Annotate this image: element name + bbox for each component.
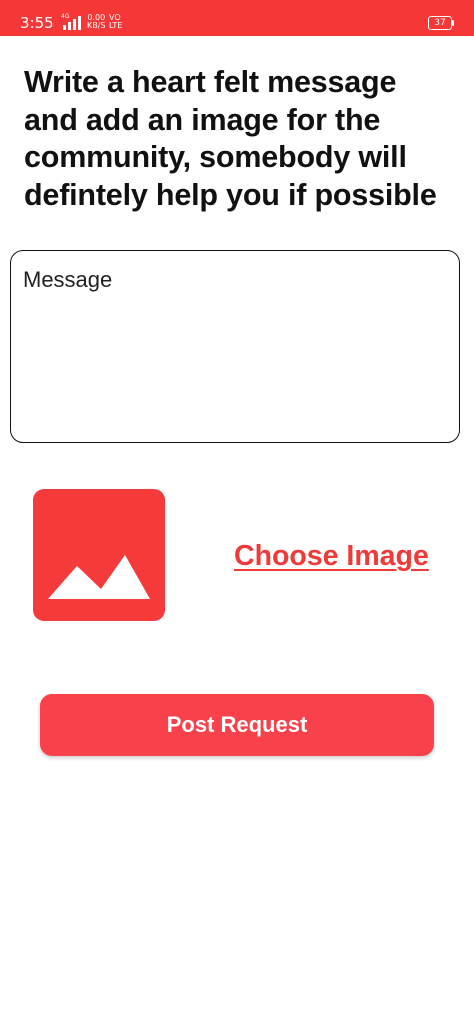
battery-icon: 37 [428, 16, 454, 30]
status-time: 3:55 [20, 14, 54, 32]
choose-image-link[interactable]: Choose Image [234, 537, 429, 575]
signal-bars-icon [63, 16, 81, 30]
battery-level: 37 [428, 16, 452, 30]
volte-indicator: VO LTE [109, 14, 122, 30]
image-preview[interactable] [33, 489, 165, 621]
page-headline: Write a heart felt message and add an im… [24, 65, 437, 212]
message-input[interactable] [10, 250, 460, 443]
image-placeholder-icon [48, 555, 150, 599]
status-bar: 3:55 4G 0.00 KB/S VO LTE 37 [0, 0, 474, 36]
network-speed: 0.00 KB/S [87, 14, 106, 30]
volte-line2: LTE [109, 21, 123, 30]
network-speed-unit: KB/S [87, 21, 106, 30]
post-request-button[interactable]: Post Request [40, 694, 434, 756]
battery-tip [452, 20, 454, 26]
